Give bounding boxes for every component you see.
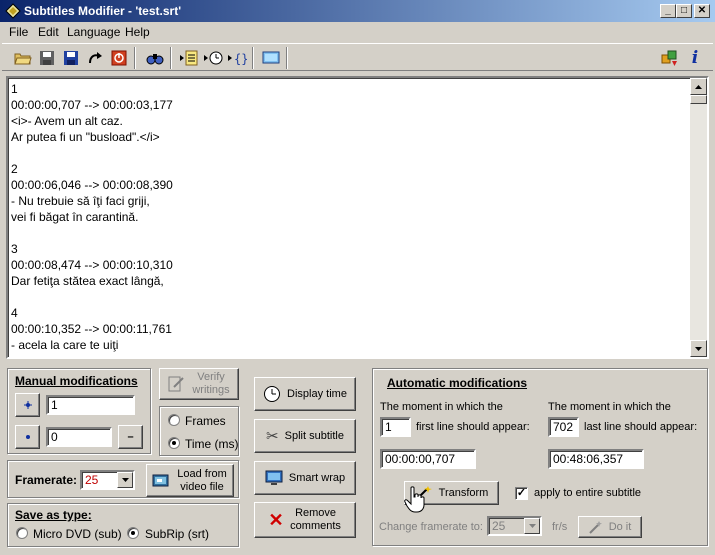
- delete-icon: ✕: [268, 509, 284, 530]
- remove-comments-button[interactable]: ✕ Remove comments: [254, 502, 356, 538]
- first-line-suffix: first line should appear:: [416, 421, 530, 433]
- load-from-video-button[interactable]: Load from video file: [146, 464, 234, 497]
- smart-wrap-label: Smart wrap: [288, 471, 346, 484]
- window-title: Subtitles Modifier - 'test.srt': [24, 4, 182, 18]
- scissors-icon: ✂: [266, 428, 279, 445]
- framerate-label: Framerate:: [15, 473, 78, 487]
- menu-language[interactable]: Language: [67, 25, 120, 39]
- brackets-icon[interactable]: {}: [226, 47, 248, 69]
- toolbar-separator: [134, 47, 136, 69]
- title-bar: Subtitles Modifier - 'test.srt' _ □ ✕: [0, 0, 715, 22]
- find-icon[interactable]: [144, 47, 166, 69]
- manual-value-input-1[interactable]: 1: [46, 395, 135, 415]
- frames-label: Frames: [185, 414, 226, 428]
- manual-modifications-title: Manual modifications: [13, 374, 140, 388]
- apply-entire-label: apply to entire subtitle: [534, 487, 642, 499]
- time-label: Time (ms): [185, 437, 239, 451]
- redo-icon[interactable]: [84, 47, 106, 69]
- monitor-icon[interactable]: [260, 47, 282, 69]
- subtitle-text[interactable]: 1 00:00:00,707 --> 00:00:03,177 <i>- Ave…: [11, 81, 689, 355]
- first-line-heading: The moment in which the: [380, 401, 503, 413]
- last-line-suffix: last line should appear:: [584, 421, 698, 433]
- save-as-icon[interactable]: [60, 47, 82, 69]
- open-folder-icon[interactable]: [12, 47, 34, 69]
- clock-icon: [264, 386, 281, 402]
- change-framerate-label: Change framerate to:: [379, 521, 483, 533]
- subrip-radio[interactable]: [127, 527, 139, 539]
- increment-small-button[interactable]: [15, 425, 40, 449]
- change-framerate-select[interactable]: 25: [487, 516, 542, 536]
- display-time-label: Display time: [287, 387, 347, 400]
- save-icon[interactable]: [36, 47, 58, 69]
- svg-text:{}: {}: [234, 52, 247, 66]
- first-line-time-input[interactable]: 00:00:00,707: [380, 449, 476, 469]
- display-time-button[interactable]: Display time: [254, 377, 356, 411]
- maximize-button[interactable]: □: [676, 4, 692, 18]
- toolbar-separator: [170, 47, 172, 69]
- manual-value-input-2[interactable]: 0: [46, 427, 112, 447]
- magic-wand-icon: [588, 521, 602, 534]
- scroll-thumb[interactable]: [690, 95, 707, 104]
- menu-file[interactable]: File: [9, 25, 28, 39]
- toolbar-separator: [286, 47, 288, 69]
- last-line-index-input[interactable]: 702: [548, 417, 579, 437]
- framerate-select[interactable]: 25: [80, 470, 135, 490]
- chevron-down-icon[interactable]: [117, 472, 133, 488]
- time-radio[interactable]: [168, 437, 180, 449]
- minimize-button[interactable]: _: [660, 4, 676, 18]
- document-list-icon[interactable]: [178, 47, 200, 69]
- framerate-unit: fr/s: [552, 521, 568, 533]
- scroll-down-button[interactable]: [690, 340, 707, 357]
- frames-radio[interactable]: [168, 414, 180, 426]
- scroll-up-button[interactable]: [690, 78, 707, 95]
- menu-edit[interactable]: Edit: [38, 25, 59, 39]
- subtitle-editor[interactable]: 1 00:00:00,707 --> 00:00:03,177 <i>- Ave…: [6, 76, 709, 359]
- verify-writings-button[interactable]: Verify writings: [159, 368, 239, 400]
- app-icon: [5, 3, 21, 19]
- microdvd-radio[interactable]: [16, 527, 28, 539]
- decrement-button[interactable]: –: [118, 425, 143, 449]
- subrip-label: SubRip (srt): [145, 527, 210, 541]
- info-icon[interactable]: i: [684, 47, 706, 69]
- close-button[interactable]: ✕: [694, 4, 710, 18]
- save-type-title: Save as type:: [13, 508, 94, 522]
- split-subtitle-label: Split subtitle: [284, 429, 344, 442]
- vertical-scrollbar[interactable]: [690, 78, 707, 357]
- menu-help[interactable]: Help: [125, 25, 150, 39]
- toolbar-separator: [252, 47, 254, 69]
- microdvd-label: Micro DVD (sub): [33, 527, 122, 541]
- first-line-index-input[interactable]: 1: [380, 417, 411, 437]
- change-framerate-value: 25: [492, 519, 506, 533]
- do-it-label: Do it: [608, 520, 632, 533]
- automatic-modifications-title: Automatic modifications: [385, 376, 530, 390]
- menu-bar: File Edit Language Help: [0, 22, 715, 42]
- plugin-icon[interactable]: [658, 47, 680, 69]
- load-from-video-label: Load from video file: [177, 467, 227, 493]
- remove-comments-label: Remove comments: [290, 507, 341, 532]
- monitor-icon: [265, 470, 283, 485]
- smart-wrap-button[interactable]: Smart wrap: [254, 461, 356, 495]
- hand-cursor-icon: [404, 486, 425, 513]
- apply-entire-checkbox[interactable]: ✓: [515, 487, 528, 500]
- split-subtitle-button[interactable]: ✂ Split subtitle: [254, 419, 356, 453]
- verify-writings-label: Verify writings: [192, 371, 230, 396]
- increment-button[interactable]: [15, 393, 40, 417]
- chevron-down-icon[interactable]: [524, 518, 540, 534]
- toolbar: {} i: [2, 43, 713, 71]
- time-shift-icon[interactable]: [202, 47, 224, 69]
- stop-icon[interactable]: [108, 47, 130, 69]
- framerate-value: 25: [85, 473, 99, 487]
- do-it-button[interactable]: Do it: [578, 516, 642, 538]
- last-line-time-input[interactable]: 00:48:06,357: [548, 449, 644, 469]
- transform-label: Transform: [438, 486, 489, 499]
- last-line-heading: The moment in which the: [548, 401, 671, 413]
